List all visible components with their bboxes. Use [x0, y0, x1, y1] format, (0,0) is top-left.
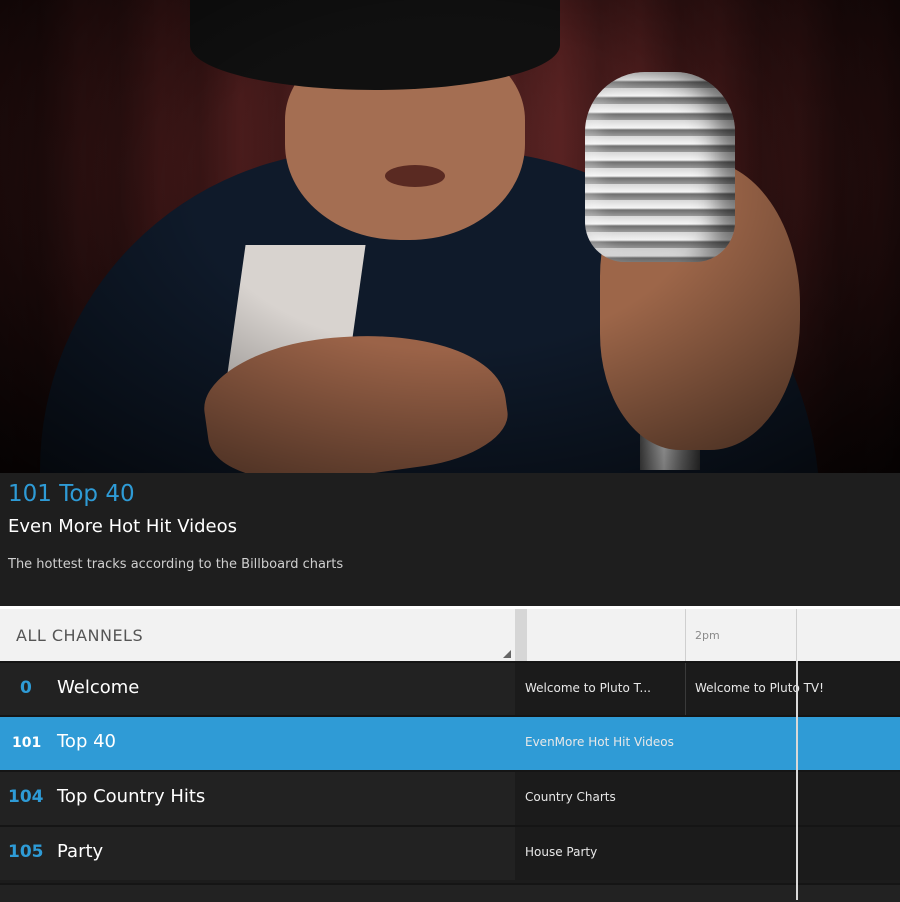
channel-row-partial[interactable] — [0, 883, 900, 902]
program-divider — [685, 663, 686, 716]
channel-number: 105 — [8, 842, 44, 862]
time-column-divider — [796, 609, 797, 664]
channel-name: Party — [57, 841, 104, 862]
channel-number: 104 — [8, 787, 44, 807]
video-vignette — [0, 0, 900, 473]
channel-list: 0 Welcome Welcome to Pluto T... Welcome … — [0, 661, 900, 900]
program-cell[interactable]: Welcome to Pluto TV! — [695, 681, 824, 695]
channel-name: Welcome — [57, 677, 140, 698]
program-description: The hottest tracks according to the Bill… — [8, 557, 344, 572]
program-cell[interactable]: House Party — [525, 845, 597, 859]
program-cell[interactable]: Country Charts — [525, 790, 616, 804]
channel-number: 101 — [12, 735, 42, 751]
channel-row-selected[interactable]: 101 Top 40 EvenMore Hot Hit Videos — [0, 715, 900, 770]
channel-number: 0 — [20, 678, 32, 698]
video-player[interactable] — [0, 0, 900, 473]
now-playing-panel: 101 Top 40 Even More Hot Hit Videos The … — [0, 473, 900, 606]
program-cell[interactable]: Welcome to Pluto T... — [525, 681, 651, 695]
channel-name: Top Country Hits — [57, 786, 206, 807]
channels-filter-dropdown[interactable]: ALL CHANNELS — [0, 609, 515, 664]
dropdown-corner-icon — [503, 650, 511, 658]
channels-filter-label: ALL CHANNELS — [16, 626, 144, 645]
guide-scrollbar-handle[interactable] — [515, 609, 527, 664]
channel-row[interactable]: 0 Welcome Welcome to Pluto T... Welcome … — [0, 661, 900, 716]
current-time-indicator — [796, 661, 798, 900]
channel-title: 101 Top 40 — [8, 481, 135, 507]
program-title: Even More Hot Hit Videos — [8, 516, 238, 537]
time-slot-label: 2pm — [695, 629, 720, 642]
guide-header: ALL CHANNELS 2pm — [0, 606, 900, 664]
channel-row[interactable]: 105 Party House Party — [0, 825, 900, 880]
time-column-divider — [685, 609, 686, 664]
channel-name: Top 40 — [57, 731, 117, 752]
channel-row[interactable]: 104 Top Country Hits Country Charts — [0, 770, 900, 825]
program-cell[interactable]: EvenMore Hot Hit Videos — [525, 735, 674, 749]
